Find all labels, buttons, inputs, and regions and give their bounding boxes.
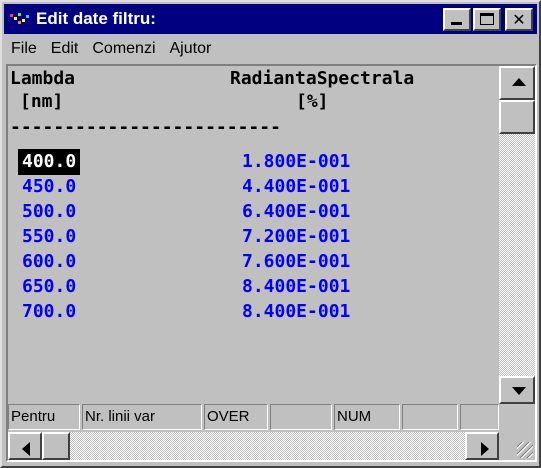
close-button[interactable]: ✕ <box>505 8 533 31</box>
horizontal-scrollbar[interactable] <box>8 432 499 460</box>
scroll-down-button[interactable] <box>499 376 535 404</box>
app-icon <box>10 11 32 27</box>
scroll-up-button[interactable] <box>499 66 535 100</box>
lambda-cell[interactable]: 600.0 <box>18 249 80 275</box>
lambda-cell[interactable]: 650.0 <box>18 274 80 300</box>
status-panel-pentru: Pentru <box>8 404 80 430</box>
scroll-left-button[interactable] <box>8 432 42 460</box>
editor-client-area: Lambda [nm] RadiantaSpectrala [%] ------… <box>6 64 537 462</box>
size-grip[interactable] <box>499 432 535 460</box>
menu-comenzi[interactable]: Comenzi <box>85 40 162 58</box>
lambda-cell[interactable]: 500.0 <box>18 199 80 225</box>
lambda-cell[interactable]: 550.0 <box>18 224 80 250</box>
status-panel-empty <box>402 404 458 430</box>
resize-grip-icon <box>517 442 533 458</box>
arrow-up-icon <box>512 78 526 86</box>
arrow-left-icon <box>22 442 30 456</box>
lambda-cell[interactable]: 400.0 <box>18 149 81 175</box>
menu-ajutor[interactable]: Ajutor <box>163 40 219 58</box>
status-bar: Pentru Nr. linii var OVER NUM <box>8 404 499 432</box>
menu-edit[interactable]: Edit <box>44 40 86 58</box>
table-row[interactable]: 600.0 7.600E-001 <box>8 249 499 275</box>
maximize-button[interactable] <box>473 8 501 31</box>
status-panel-nr-linii: Nr. linii var <box>82 404 202 430</box>
col2-header: RadiantaSpectrala <box>230 68 415 89</box>
status-panel-over: OVER <box>204 404 268 430</box>
window-title: Edit date filtru: <box>36 9 156 28</box>
lambda-cell[interactable]: 700.0 <box>18 299 80 325</box>
value-cell[interactable]: 7.600E-001 <box>242 249 350 275</box>
arrow-down-icon <box>512 387 526 395</box>
table-row[interactable]: 450.0 4.400E-001 <box>8 174 499 200</box>
value-cell[interactable]: 6.400E-001 <box>242 199 350 225</box>
table-row[interactable]: 500.0 6.400E-001 <box>8 199 499 225</box>
vertical-scrollbar[interactable] <box>499 66 535 404</box>
scroll-right-button[interactable] <box>465 432 499 460</box>
minimize-button[interactable] <box>443 8 471 31</box>
table-row[interactable]: 400.0 1.800E-001 <box>8 149 499 175</box>
menu-file[interactable]: File <box>4 40 44 58</box>
header-separator: ------------------------- <box>10 117 281 138</box>
status-panel-empty <box>270 404 332 430</box>
data-editor[interactable]: Lambda [nm] RadiantaSpectrala [%] ------… <box>8 66 499 404</box>
status-panel-empty <box>460 404 499 430</box>
value-cell[interactable]: 8.400E-001 <box>242 274 350 300</box>
table-row[interactable]: 650.0 8.400E-001 <box>8 274 499 300</box>
value-cell[interactable]: 4.400E-001 <box>242 174 350 200</box>
status-panel-num: NUM <box>334 404 400 430</box>
table-row[interactable]: 700.0 8.400E-001 <box>8 299 499 325</box>
value-cell[interactable]: 7.200E-001 <box>242 224 350 250</box>
col2-unit: [%] <box>296 91 329 112</box>
close-icon: ✕ <box>512 9 526 29</box>
col1-unit: [nm] <box>20 91 64 112</box>
col1-header: Lambda <box>10 68 76 89</box>
lambda-cell[interactable]: 450.0 <box>18 174 80 200</box>
minimize-icon <box>451 22 462 25</box>
maximize-icon <box>480 13 494 25</box>
value-cell[interactable]: 8.400E-001 <box>242 299 350 325</box>
vertical-scroll-thumb[interactable] <box>499 100 535 134</box>
horizontal-scroll-thumb[interactable] <box>42 432 70 460</box>
table-row[interactable]: 550.0 7.200E-001 <box>8 224 499 250</box>
arrow-right-icon <box>481 442 489 456</box>
value-cell[interactable]: 1.800E-001 <box>242 149 350 175</box>
menu-bar: File Edit Comenzi Ajutor <box>4 36 537 62</box>
title-bar[interactable]: Edit date filtru: ✕ <box>4 4 537 34</box>
editor-window: Edit date filtru: ✕ File Edit Comenzi Aj… <box>0 0 541 468</box>
